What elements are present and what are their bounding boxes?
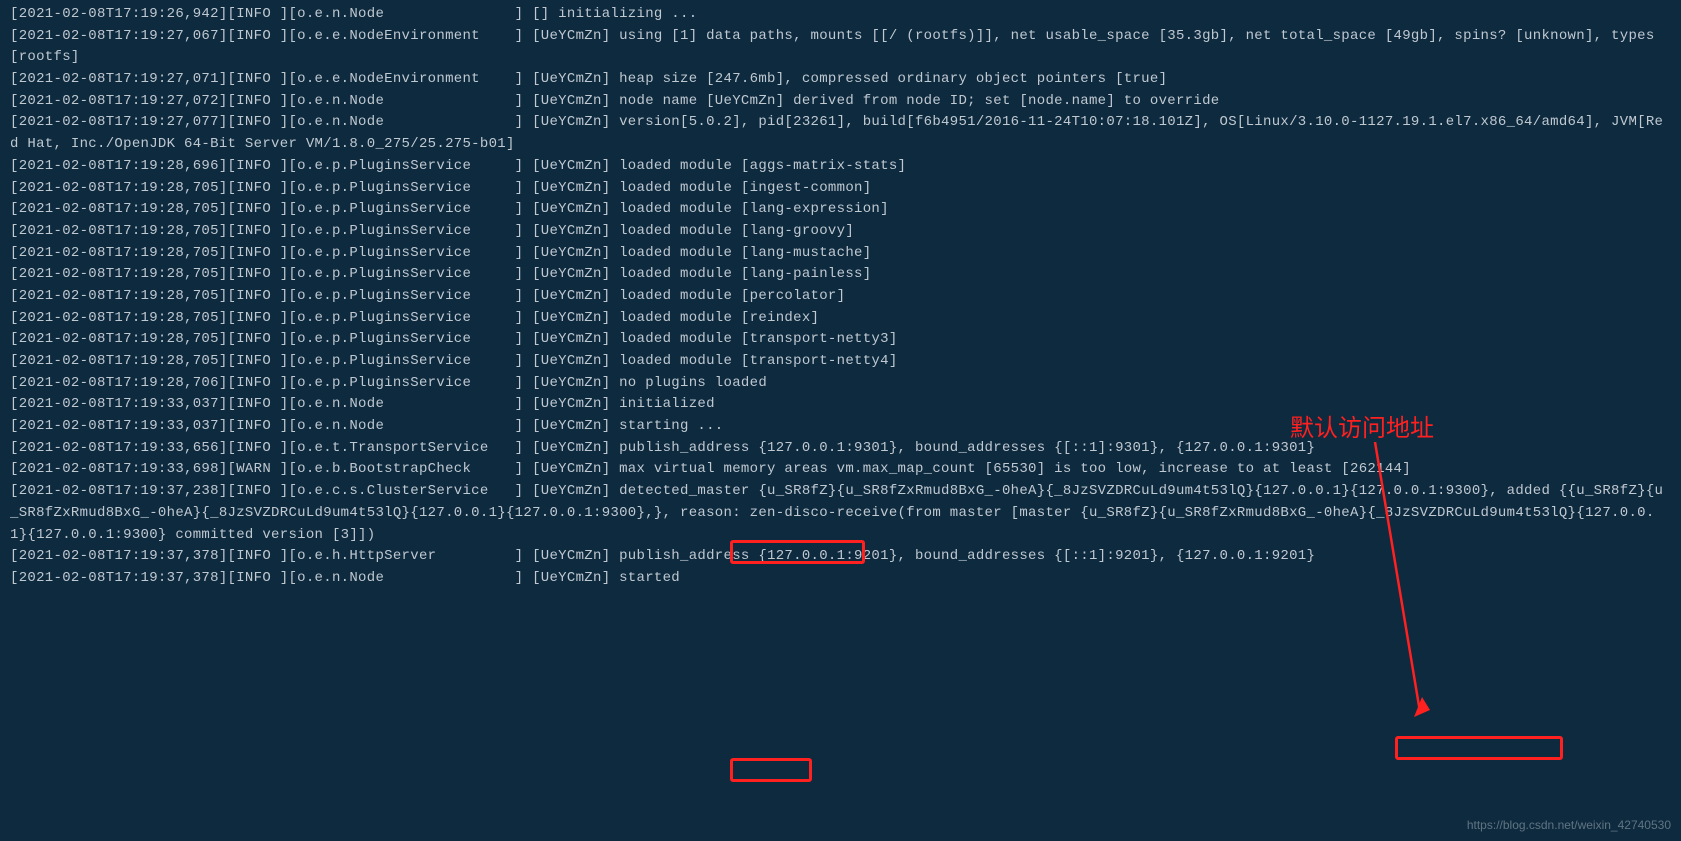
log-line: [2021-02-08T17:19:27,071][INFO ][o.e.e.N… [10, 69, 1671, 91]
highlight-started [730, 758, 812, 782]
log-line: [2021-02-08T17:19:28,705][INFO ][o.e.p.P… [10, 221, 1671, 243]
log-line: [2021-02-08T17:19:28,705][INFO ][o.e.p.P… [10, 286, 1671, 308]
log-line: [2021-02-08T17:19:28,696][INFO ][o.e.p.P… [10, 156, 1671, 178]
log-line: [2021-02-08T17:19:27,067][INFO ][o.e.e.N… [10, 26, 1671, 69]
log-line: [2021-02-08T17:19:37,238][INFO ][o.e.c.s… [10, 481, 1671, 546]
highlight-address-box [1395, 736, 1563, 760]
log-line: [2021-02-08T17:19:37,378][INFO ][o.e.n.N… [10, 568, 1671, 590]
log-line: [2021-02-08T17:19:27,077][INFO ][o.e.n.N… [10, 112, 1671, 155]
watermark-text: https://blog.csdn.net/weixin_42740530 [1467, 816, 1671, 835]
log-line: [2021-02-08T17:19:33,698][WARN ][o.e.b.B… [10, 459, 1671, 481]
log-line: [2021-02-08T17:19:26,942][INFO ][o.e.n.N… [10, 4, 1671, 26]
log-line: [2021-02-08T17:19:28,705][INFO ][o.e.p.P… [10, 308, 1671, 330]
log-line: [2021-02-08T17:19:28,705][INFO ][o.e.p.P… [10, 329, 1671, 351]
log-line: [2021-02-08T17:19:37,378][INFO ][o.e.h.H… [10, 546, 1671, 568]
annotation-default-address-label: 默认访问地址 [1290, 410, 1434, 447]
log-line: [2021-02-08T17:19:28,705][INFO ][o.e.p.P… [10, 351, 1671, 373]
log-line: [2021-02-08T17:19:28,705][INFO ][o.e.p.P… [10, 199, 1671, 221]
log-line: [2021-02-08T17:19:28,705][INFO ][o.e.p.P… [10, 243, 1671, 265]
terminal-output[interactable]: [2021-02-08T17:19:26,942][INFO ][o.e.n.N… [0, 0, 1681, 594]
log-line: [2021-02-08T17:19:28,705][INFO ][o.e.p.P… [10, 264, 1671, 286]
log-line: [2021-02-08T17:19:28,705][INFO ][o.e.p.P… [10, 178, 1671, 200]
log-line: [2021-02-08T17:19:27,072][INFO ][o.e.n.N… [10, 91, 1671, 113]
log-line: [2021-02-08T17:19:28,706][INFO ][o.e.p.P… [10, 373, 1671, 395]
